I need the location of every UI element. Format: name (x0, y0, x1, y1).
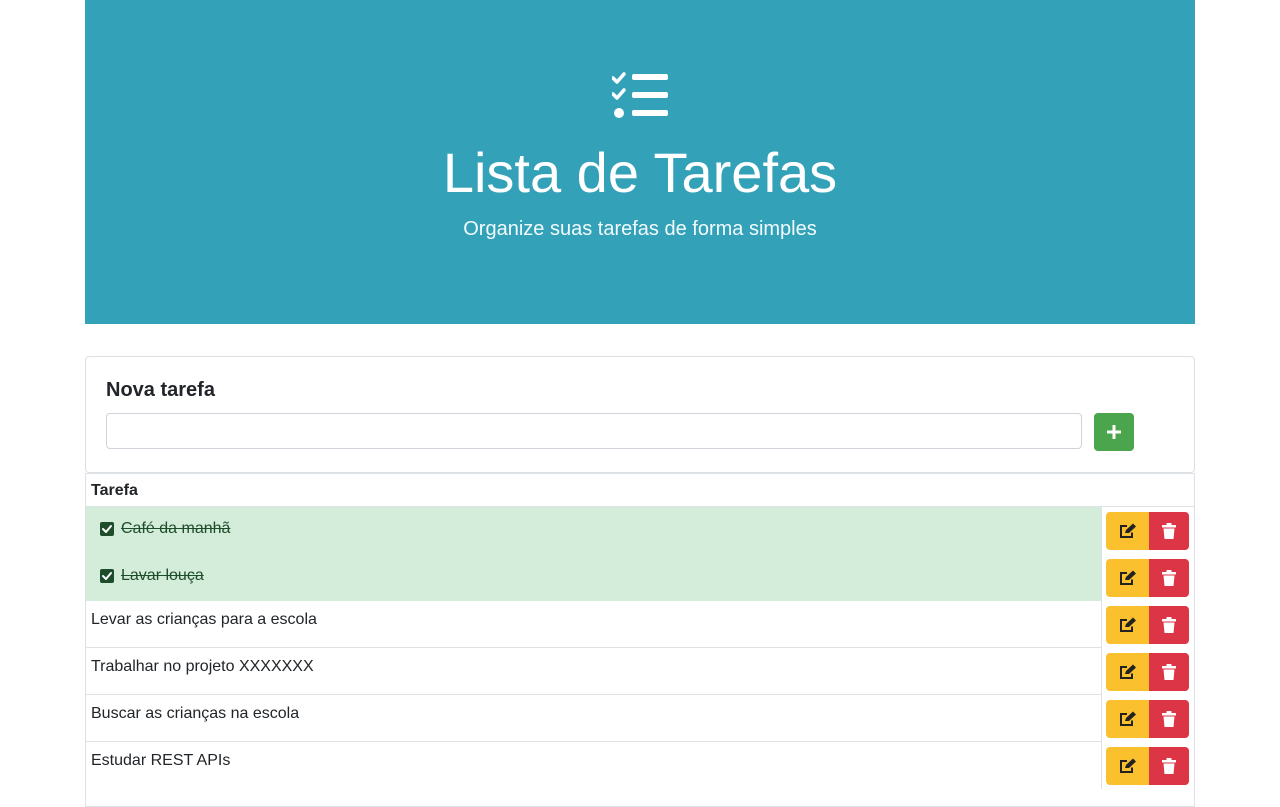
table-row: Trabalhar no projeto XXXXXXX (86, 648, 1194, 695)
page-container: Lista de Tarefas Organize suas tarefas d… (85, 0, 1195, 807)
table-row: Lavar louça (86, 554, 1194, 601)
new-task-input[interactable] (106, 413, 1082, 449)
task-text: Lavar louça (121, 567, 204, 584)
table-header-tarefa: Tarefa (86, 474, 1194, 507)
plus-icon (1107, 425, 1121, 439)
row-actions (1101, 507, 1194, 554)
edit-task-button[interactable] (1106, 606, 1149, 644)
table-row: Café da manhã (86, 507, 1194, 554)
delete-task-button[interactable] (1149, 700, 1189, 738)
task-text: Buscar as crianças na escola (91, 705, 300, 722)
delete-task-button[interactable] (1149, 559, 1189, 597)
trash-icon (1162, 711, 1176, 727)
delete-task-button[interactable] (1149, 653, 1189, 691)
edit-icon (1119, 758, 1136, 773)
edit-task-button[interactable] (1106, 559, 1149, 597)
edit-icon (1119, 711, 1136, 726)
table-row: Estudar REST APIs (86, 742, 1194, 789)
task-text: Café da manhã (121, 520, 231, 537)
delete-task-button[interactable] (1149, 747, 1189, 785)
edit-task-button[interactable] (1106, 653, 1149, 691)
delete-task-button[interactable] (1149, 606, 1189, 644)
table-row: Buscar as crianças na escola (86, 695, 1194, 742)
check-icon (102, 525, 112, 533)
add-task-button[interactable] (1094, 413, 1134, 451)
tasks-list-icon (612, 72, 668, 118)
edit-icon (1119, 664, 1136, 679)
new-task-label: Nova tarefa (106, 379, 215, 401)
row-actions (1101, 554, 1194, 601)
trash-icon (1162, 664, 1176, 680)
trash-icon (1162, 617, 1176, 633)
row-actions (1101, 648, 1194, 695)
edit-icon (1119, 570, 1136, 585)
header-jumbotron: Lista de Tarefas Organize suas tarefas d… (85, 0, 1195, 324)
page-subtitle: Organize suas tarefas de forma simples (463, 218, 817, 240)
check-icon (102, 572, 112, 580)
delete-task-button[interactable] (1149, 512, 1189, 550)
edit-task-button[interactable] (1106, 747, 1149, 785)
new-task-card: Nova tarefa (85, 356, 1195, 473)
task-text: Levar as crianças para a escola (91, 611, 317, 628)
edit-icon (1119, 523, 1136, 538)
trash-icon (1162, 523, 1176, 539)
table-row: Levar as crianças para a escola (86, 601, 1194, 648)
edit-task-button[interactable] (1106, 512, 1149, 550)
tasks-table: Tarefa Café da manhã Lavar louça Levar a… (85, 473, 1195, 807)
task-text: Trabalhar no projeto XXXXXXX (91, 658, 314, 675)
row-actions (1101, 601, 1194, 648)
row-actions (1101, 742, 1194, 789)
row-actions (1101, 695, 1194, 742)
edit-icon (1119, 617, 1136, 632)
edit-task-button[interactable] (1106, 700, 1149, 738)
done-checkbox[interactable] (100, 522, 114, 536)
trash-icon (1162, 570, 1176, 586)
done-checkbox[interactable] (100, 569, 114, 583)
trash-icon (1162, 758, 1176, 774)
task-text: Estudar REST APIs (91, 752, 231, 769)
page-title: Lista de Tarefas (442, 141, 838, 204)
